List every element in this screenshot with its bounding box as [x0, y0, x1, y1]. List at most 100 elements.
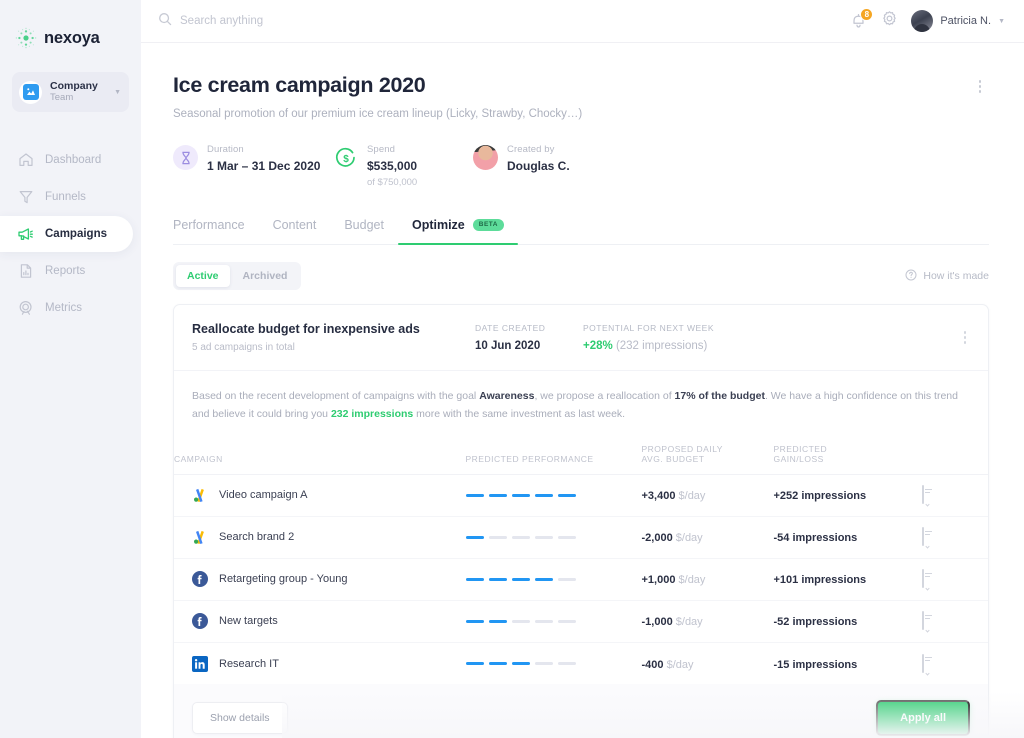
notifications-button[interactable]: 8: [850, 8, 874, 31]
performance-bar-segment: [557, 619, 576, 623]
card-subtitle: 5 ad campaigns in total: [192, 342, 295, 353]
target-icon: [17, 300, 34, 317]
cell-predicted-performance: [465, 600, 642, 643]
note-icon[interactable]: [922, 527, 930, 549]
table-row[interactable]: Search brand 2 -2,000 $/day -54 impression…: [174, 516, 988, 559]
tab-performance[interactable]: Performance: [173, 218, 259, 244]
apply-all-button[interactable]: Apply all: [876, 700, 970, 737]
tab-budget[interactable]: Budget: [330, 218, 398, 244]
google-ads-icon: [192, 487, 208, 503]
desc-part4: more with the same investment as last we…: [413, 408, 626, 421]
note-icon[interactable]: [922, 569, 930, 591]
search-input[interactable]: [180, 15, 440, 27]
how-its-made-link[interactable]: How it's made: [905, 269, 989, 284]
sidebar-item-label: Metrics: [45, 302, 83, 314]
budget-value: +3,400: [641, 490, 676, 503]
gain-value: +252 impressions: [773, 490, 867, 503]
meta-spend: $ Spend $535,000 of $750,000: [333, 144, 473, 188]
cell-proposed-budget: -400 $/day: [642, 642, 774, 684]
avatar: [911, 10, 934, 32]
optimize-table: CAMPAIGN PREDICTED PERFORMANCE PROPOSED …: [174, 435, 988, 685]
note-icon[interactable]: [922, 485, 930, 507]
tabs: Performance Content Budget Optimize BETA: [173, 218, 989, 245]
home-icon: [17, 152, 34, 169]
budget-value: -1,000: [641, 616, 673, 629]
performance-bar-segment: [534, 577, 553, 581]
performance-bar-segment: [557, 493, 576, 497]
tab-optimize[interactable]: Optimize BETA: [397, 218, 519, 245]
performance-bar-segment: [534, 662, 553, 665]
cell-campaign: Retargeting group - Young: [174, 558, 466, 601]
performance-bar-segment: [511, 577, 530, 581]
company-switcher[interactable]: Company Team ▼: [12, 72, 129, 112]
col-predicted-gain-line2: GAIN/LOSS: [773, 453, 824, 464]
card-more-vertical-icon[interactable]: [963, 331, 971, 344]
performance-bar-segment: [465, 662, 484, 665]
tab-label: Budget: [344, 218, 384, 232]
facebook-icon: [192, 613, 208, 630]
question-circle-icon: [905, 269, 917, 284]
show-details-button[interactable]: Show details: [192, 702, 288, 735]
table-row[interactable]: Research IT -400 $/day -15 impressions: [174, 642, 988, 684]
table-row[interactable]: New targets -1,000 $/day -52 impressions: [174, 600, 988, 643]
sidebar-item-campaigns[interactable]: Campaigns: [0, 216, 133, 252]
cell-campaign: New targets: [174, 600, 466, 643]
sidebar-item-dashboard[interactable]: Dashboard: [0, 142, 141, 178]
table-row[interactable]: Video campaign A +3,400 $/day +252 impress…: [174, 474, 988, 517]
page-title: Ice cream campaign 2020: [173, 73, 426, 97]
meta-note: of $750,000: [367, 177, 418, 188]
card-header: Reallocate budget for inexpensive ads 5 …: [174, 305, 988, 371]
meta-value: $535,000: [367, 159, 418, 173]
table-row[interactable]: Retargeting group - Young +1,000 $/day +10…: [174, 558, 988, 601]
cell-predicted-gain: -52 impressions: [773, 600, 922, 643]
note-icon[interactable]: [922, 653, 930, 676]
performance-bar-segment: [465, 577, 484, 581]
search-box[interactable]: [158, 12, 850, 31]
filter-archived[interactable]: Archived: [232, 265, 299, 287]
col-campaign: CAMPAIGN: [174, 435, 466, 475]
chevron-down-icon[interactable]: ▼: [998, 18, 1005, 25]
tab-label: Performance: [173, 218, 245, 232]
filter-active[interactable]: Active: [176, 265, 230, 287]
cell-predicted-performance: [465, 558, 642, 601]
performance-bar-segment: [534, 535, 553, 539]
cell-predicted-gain: -15 impressions: [774, 642, 923, 684]
performance-bars: [465, 662, 642, 665]
performance-bars: [465, 619, 642, 623]
brand[interactable]: nexoya: [0, 14, 141, 54]
sidebar-item-funnels[interactable]: Funnels: [0, 179, 141, 215]
tab-content[interactable]: Content: [259, 218, 331, 244]
user-menu[interactable]: Patricia N. ▼: [911, 10, 1005, 32]
campaign-name: Search brand 2: [219, 531, 295, 544]
gain-value: -15 impressions: [773, 658, 858, 671]
page-content: Ice cream campaign 2020 Seasonal promoti…: [141, 43, 1024, 738]
performance-bar-segment: [465, 493, 484, 497]
col-predicted-gain-line1: PREDICTED: [773, 443, 828, 454]
sidebar-item-metrics[interactable]: Metrics: [0, 290, 141, 326]
google-ads-icon: [192, 529, 208, 545]
more-vertical-icon[interactable]: [971, 73, 989, 93]
cell-predicted-gain: +101 impressions: [773, 558, 922, 601]
campaign-name: New targets: [219, 615, 278, 628]
table-header-row: CAMPAIGN PREDICTED PERFORMANCE PROPOSED …: [174, 435, 988, 475]
chevron-down-icon[interactable]: ▼: [114, 89, 121, 96]
company-avatar-icon: [19, 80, 42, 104]
desc-part1: Based on the recent development of campa…: [192, 390, 480, 402]
cell-note: [922, 474, 988, 517]
note-icon[interactable]: [922, 611, 930, 633]
performance-bar-segment: [557, 577, 576, 581]
hourglass-icon: [173, 145, 198, 170]
facebook-icon: [192, 571, 208, 588]
gear-icon[interactable]: [881, 10, 898, 32]
performance-bar-segment: [511, 662, 530, 665]
cell-note: [922, 516, 988, 559]
company-subtitle: Team: [50, 92, 74, 104]
sidebar-item-reports[interactable]: Reports: [0, 253, 141, 289]
brand-name: nexoya: [44, 28, 100, 47]
date-created-value: 10 Jun 2020: [475, 340, 541, 352]
dollar-circle-icon: $: [333, 145, 358, 170]
desc-part2: , we propose a reallocation of: [534, 390, 675, 402]
performance-bar-segment: [511, 535, 530, 539]
page-subtitle: Seasonal promotion of our premium ice cr…: [173, 108, 583, 120]
performance-bars: [465, 493, 642, 497]
